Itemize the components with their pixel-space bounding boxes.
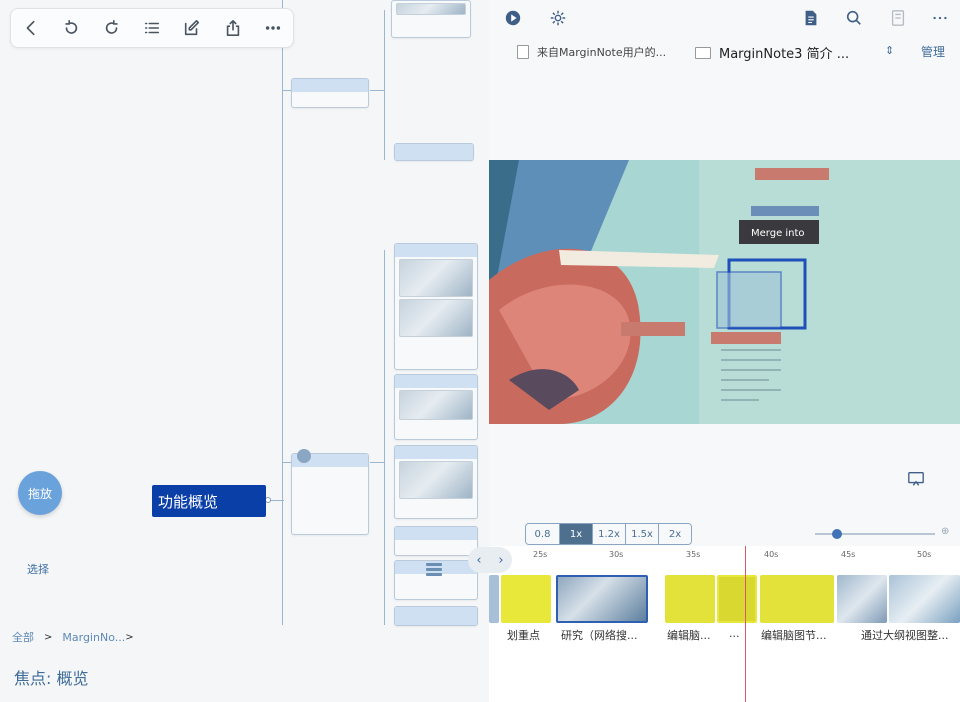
breadcrumb-separator: > <box>125 631 134 643</box>
file-icon <box>517 45 529 59</box>
tab-document-2[interactable]: MarginNote3 简介 ... <box>695 43 849 62</box>
undo-icon[interactable] <box>60 17 82 39</box>
connector-line <box>282 0 283 625</box>
mindmap-root-node[interactable]: 功能概览 <box>152 485 266 517</box>
focus-label: 焦点: 概览 <box>14 665 89 689</box>
mindmap-node[interactable] <box>394 243 478 370</box>
document-toolbar <box>489 8 960 32</box>
connector-line <box>384 250 385 625</box>
focus-value[interactable]: 概览 <box>57 669 89 688</box>
frame-thumbnail <box>889 575 960 623</box>
mindmap-node[interactable] <box>394 143 474 161</box>
sort-icon[interactable]: ⇕ <box>885 44 894 57</box>
tab-label: MarginNote3 简介 ... <box>719 47 850 62</box>
breadcrumb: 全部 > MarginNo... > <box>12 629 134 645</box>
mindmap-toolbar <box>10 8 294 48</box>
playback-speed-selector: 0.8 1x 1.2x 1.5x 2x <box>525 523 692 545</box>
chevron-right-icon[interactable]: › <box>498 553 503 568</box>
mindmap-node[interactable] <box>394 374 478 440</box>
drag-handle[interactable] <box>297 449 311 463</box>
highlight-clip[interactable] <box>717 575 757 623</box>
clip-label[interactable]: 编辑脑... <box>667 627 719 643</box>
file-icon <box>695 46 711 59</box>
document-pane: 来自MarginNote用户的... MarginNote3 简介 ... ⇕ … <box>489 0 960 702</box>
select-button[interactable]: 选择 <box>27 561 49 577</box>
outline-list-icon[interactable] <box>141 17 163 39</box>
search-icon[interactable] <box>844 8 864 28</box>
document-icon[interactable] <box>801 8 821 28</box>
document-tabs: 来自MarginNote用户的... MarginNote3 简介 ... ⇕ … <box>489 40 960 64</box>
chevron-left-icon[interactable]: ‹ <box>476 553 481 568</box>
clip-label[interactable]: 编辑脑图节... <box>761 627 837 643</box>
share-icon[interactable] <box>222 17 244 39</box>
more-icon[interactable] <box>262 17 284 39</box>
connector-line <box>370 462 384 463</box>
breadcrumb-separator: > <box>44 631 53 643</box>
mindmap-node[interactable] <box>391 0 471 38</box>
frame-thumbnail-selected[interactable] <box>556 575 648 623</box>
timeline-playhead[interactable] <box>745 546 746 702</box>
mindmap-node[interactable] <box>291 78 369 108</box>
speed-option[interactable]: 1.5x <box>625 524 658 544</box>
speed-option-active[interactable]: 1x <box>559 524 592 544</box>
clip-label[interactable]: 通过大纲视图整... <box>861 627 960 643</box>
tab-label: 来自MarginNote用户的... <box>537 46 667 59</box>
speed-option[interactable]: 0.8 <box>526 524 559 544</box>
connector-line <box>370 90 384 91</box>
highlight-clip[interactable] <box>665 575 715 623</box>
manage-button[interactable]: 管理 <box>921 43 945 60</box>
edit-icon[interactable] <box>181 17 203 39</box>
time-tick: 45s <box>841 550 856 559</box>
time-tick: 40s <box>764 550 779 559</box>
list-toggle-icon[interactable] <box>426 562 442 576</box>
drag-drop-button[interactable]: 拖放 <box>18 471 62 515</box>
overlay-text: Merge into <box>751 228 805 239</box>
screen-cast-icon[interactable] <box>907 470 925 488</box>
clip-label[interactable]: ... <box>729 627 745 640</box>
highlight-clip[interactable] <box>760 575 834 623</box>
speed-option[interactable]: 2x <box>658 524 691 544</box>
connector-line <box>384 10 385 160</box>
tab-document-1[interactable]: 来自MarginNote用户的... <box>517 44 666 60</box>
frame-thumbnail <box>489 575 499 623</box>
mindmap-node[interactable] <box>394 606 478 626</box>
time-tick: 50s <box>917 550 932 559</box>
clip-label[interactable]: 研究（网络搜... <box>561 627 651 643</box>
clip-label[interactable]: 划重点 <box>507 627 553 643</box>
mindmap-node[interactable] <box>394 526 478 556</box>
back-icon[interactable] <box>20 17 42 39</box>
time-tick: 30s <box>609 550 624 559</box>
play-icon[interactable] <box>503 8 523 28</box>
speed-option[interactable]: 1.2x <box>592 524 625 544</box>
more-icon[interactable] <box>930 8 950 28</box>
mindmap-node[interactable] <box>394 445 478 519</box>
video-frame: Merge into <box>489 160 960 424</box>
breadcrumb-item[interactable]: MarginNo... <box>62 631 125 644</box>
focus-label-text: 焦点: <box>14 669 52 688</box>
video-timeline[interactable]: 25s 30s 35s 40s 45s 50s 划重点 研究（网络搜... 编辑… <box>489 546 960 702</box>
mindmap-node[interactable] <box>291 453 369 535</box>
breadcrumb-all[interactable]: 全部 <box>12 629 34 645</box>
bookmark-page-icon[interactable] <box>888 8 908 28</box>
time-tick: 35s <box>686 550 701 559</box>
settings-gear-icon[interactable] <box>548 8 568 28</box>
pane-switch-control: ‹ › <box>468 547 512 573</box>
mindmap-pane[interactable]: 功能概览 拖放 选择 全部 > MarginNo... > 焦点: 概览 <box>0 0 489 702</box>
frame-thumbnail <box>837 575 887 623</box>
redo-icon[interactable] <box>101 17 123 39</box>
highlight-clip[interactable] <box>501 575 551 623</box>
zoom-in-icon[interactable]: ⊕ <box>941 526 949 537</box>
video-player[interactable]: Merge into <box>489 160 960 424</box>
time-tick: 25s <box>533 550 548 559</box>
zoom-slider-knob[interactable] <box>832 529 842 539</box>
